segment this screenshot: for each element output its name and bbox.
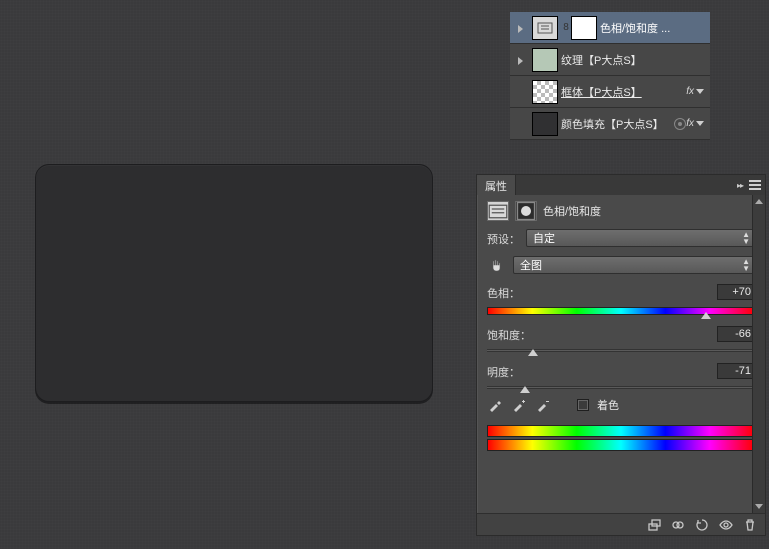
mask-thumbnail[interactable] (571, 16, 597, 40)
layer-name[interactable]: 框体【P大点S】 (561, 84, 686, 100)
tab-properties[interactable]: 属性 (477, 175, 516, 195)
color-range-bar[interactable] (487, 425, 755, 437)
expand-toggle-icon[interactable] (518, 55, 528, 65)
colorize-checkbox[interactable] (577, 399, 589, 411)
layer-name[interactable]: 纹理【P大点S】 (561, 52, 706, 68)
scrubby-hand-icon[interactable] (487, 255, 507, 275)
saturation-slider-knob[interactable] (528, 349, 538, 356)
preset-value: 自定 (533, 230, 555, 246)
chevron-down-icon[interactable] (696, 121, 704, 126)
hue-value-input[interactable]: +70 (717, 284, 755, 300)
lightness-value-input[interactable]: -71 (717, 363, 755, 379)
link-icon: 8 (561, 22, 571, 33)
eyedropper-icon[interactable] (487, 397, 503, 413)
view-previous-button[interactable] (667, 516, 689, 534)
color-range-bar-output[interactable] (487, 439, 755, 451)
preview-card (35, 164, 433, 402)
collapse-arrows-icon[interactable]: ▸▸ (737, 181, 743, 190)
delete-button[interactable] (739, 516, 761, 534)
lightness-label: 明度： (487, 360, 520, 382)
panel-scrollbar[interactable] (752, 195, 765, 513)
hue-slider-track[interactable] (487, 307, 755, 315)
channel-select[interactable]: 全图 ▲▼ (513, 256, 755, 274)
expand-toggle-icon[interactable] (518, 23, 528, 33)
layer-name[interactable]: 颜色填充【P大点S】 (561, 116, 671, 132)
fx-badge: fx (686, 86, 694, 97)
saturation-label: 饱和度： (487, 323, 531, 345)
layer-row[interactable]: 框体【P大点S】 fx (510, 76, 710, 108)
chevron-updown-icon: ▲▼ (742, 258, 750, 272)
layer-thumbnail[interactable] (532, 80, 558, 104)
reset-button[interactable] (691, 516, 713, 534)
saturation-value-input[interactable]: -66 (717, 326, 755, 342)
layer-row[interactable]: 颜色填充【P大点S】 fx (510, 108, 710, 140)
adjustment-icon[interactable] (487, 201, 509, 221)
lightness-slider-track[interactable] (487, 386, 755, 389)
hue-slider-knob[interactable] (701, 312, 711, 319)
fx-badge: fx (686, 118, 694, 129)
colorize-label: 着色 (597, 397, 619, 413)
layers-panel: 8 色相/饱和度 ... 纹理【P大点S】 框体【P大点S】 fx 颜色填充【P… (510, 12, 710, 140)
layer-thumbnail[interactable] (532, 112, 558, 136)
layer-row[interactable]: 8 色相/饱和度 ... (510, 12, 710, 44)
layer-row[interactable]: 纹理【P大点S】 (510, 44, 710, 76)
lightness-slider-knob[interactable] (520, 386, 530, 393)
layer-name[interactable]: 色相/饱和度 ... (600, 20, 706, 36)
clip-to-layer-button[interactable] (643, 516, 665, 534)
preset-label: 预设： (487, 227, 520, 249)
hue-label: 色相： (487, 281, 520, 303)
panel-menu-icon[interactable] (749, 180, 761, 190)
properties-tabbar: 属性 ▸▸ (477, 175, 765, 195)
properties-footer (477, 513, 765, 535)
scroll-down-icon[interactable] (753, 500, 765, 513)
adjustment-thumbnail[interactable] (532, 16, 558, 40)
chevron-updown-icon: ▲▼ (742, 231, 750, 245)
adjustment-title: 色相/饱和度 (543, 203, 601, 219)
channel-value: 全图 (520, 257, 542, 273)
preset-select[interactable]: 自定 ▲▼ (526, 229, 755, 247)
chevron-down-icon[interactable] (696, 89, 704, 94)
scroll-up-icon[interactable] (753, 195, 765, 208)
eyedropper-plus-icon[interactable] (511, 397, 527, 413)
visibility-toggle-button[interactable] (715, 516, 737, 534)
mask-icon[interactable] (515, 201, 537, 221)
visibility-eye-icon[interactable] (674, 118, 686, 130)
eyedropper-minus-icon[interactable] (535, 397, 551, 413)
saturation-slider-track[interactable] (487, 349, 755, 352)
properties-panel: 属性 ▸▸ 色相/饱和度 预设： 自定 ▲▼ (476, 174, 766, 536)
layer-thumbnail[interactable] (532, 48, 558, 72)
